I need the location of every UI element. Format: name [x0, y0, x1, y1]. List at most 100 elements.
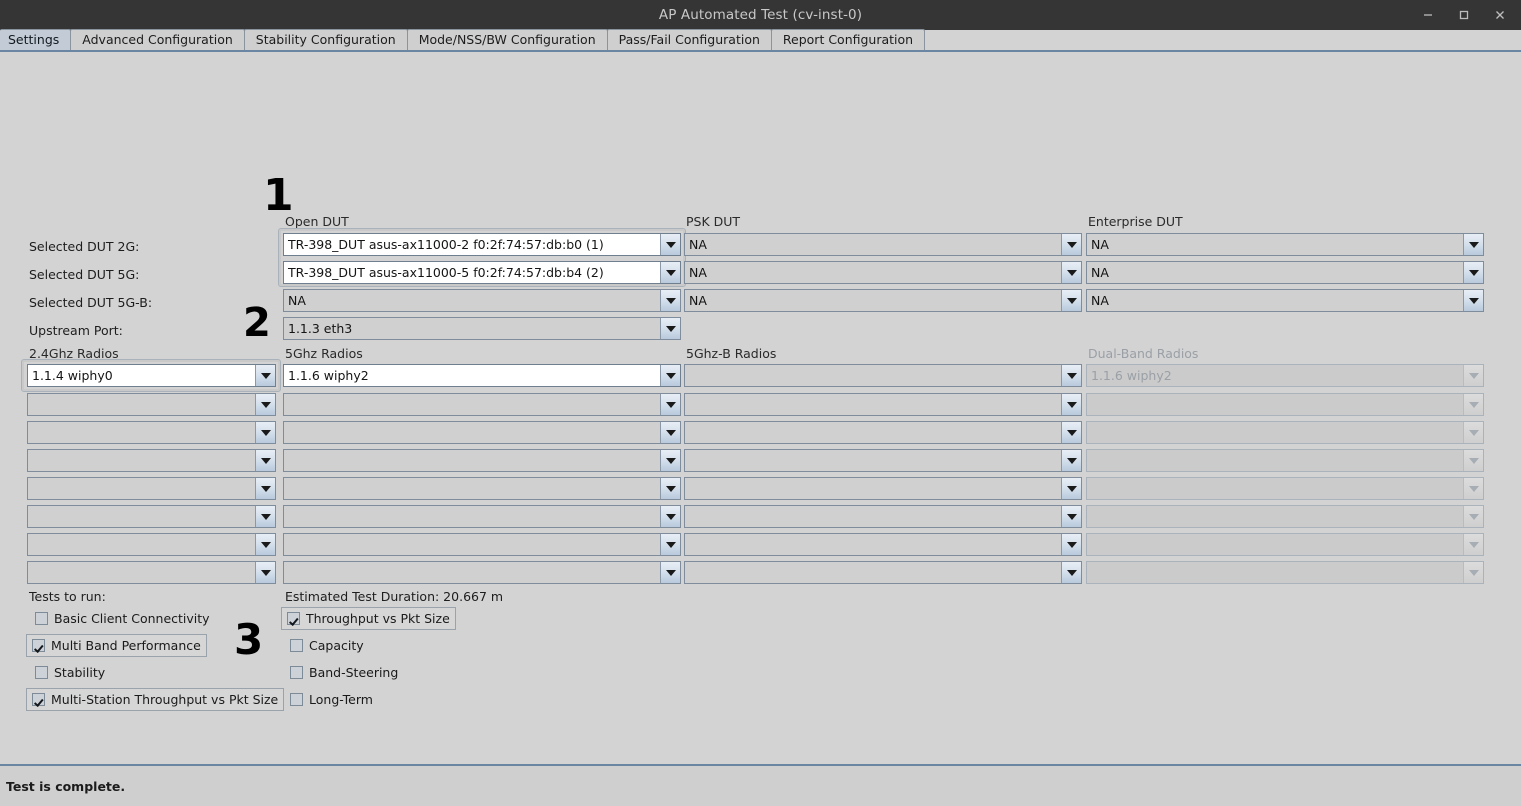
chevron-down-icon[interactable] [1061, 262, 1081, 283]
radio-2g-row-2[interactable] [27, 421, 276, 444]
chevron-down-icon[interactable] [660, 234, 680, 255]
checkbox-icon[interactable] [32, 639, 45, 652]
radio-2g-row-0[interactable]: 1.1.4 wiphy0 [27, 364, 276, 387]
radio-5g-row-3[interactable] [283, 449, 681, 472]
checkbox-band-steering[interactable]: Band-Steering [285, 662, 403, 683]
selected-dut-5gb-psk-combo[interactable]: NA [684, 289, 1082, 312]
combo-value: NA [1091, 265, 1109, 280]
checkbox-icon[interactable] [290, 666, 303, 679]
radio-dualband-row-2 [1086, 421, 1484, 444]
selected-dut-5gb-open-combo[interactable]: NA [283, 289, 681, 312]
chevron-down-icon[interactable] [255, 534, 275, 555]
chevron-down-icon[interactable] [660, 506, 680, 527]
combo-value [1087, 478, 1463, 499]
chevron-down-icon[interactable] [660, 450, 680, 471]
checkbox-multi-station-throughput-vs-pkt-size[interactable]: Multi-Station Throughput vs Pkt Size [26, 688, 285, 711]
chevron-down-icon[interactable] [1061, 478, 1081, 499]
radio-5gb-row-2[interactable] [684, 421, 1082, 444]
checkbox-capacity[interactable]: Capacity [285, 635, 369, 656]
radio-5g-row-1[interactable] [283, 393, 681, 416]
chevron-down-icon[interactable] [255, 394, 275, 415]
tab-settings[interactable]: Settings [0, 29, 72, 50]
tab-stability-configuration[interactable]: Stability Configuration [243, 29, 408, 50]
chevron-down-icon[interactable] [660, 562, 680, 583]
checkbox-long-term[interactable]: Long-Term [285, 689, 378, 710]
radio-5g-row-6[interactable] [283, 533, 681, 556]
radio-5g-row-0[interactable]: 1.1.6 wiphy2 [283, 364, 681, 387]
chevron-down-icon[interactable] [1463, 290, 1483, 311]
selected-dut-2g-enterprise-combo[interactable]: NA [1086, 233, 1484, 256]
chevron-down-icon[interactable] [255, 562, 275, 583]
radio-2g-row-1[interactable] [27, 393, 276, 416]
chevron-down-icon[interactable] [255, 422, 275, 443]
checkbox-throughput-vs-pkt-size[interactable]: Throughput vs Pkt Size [281, 607, 456, 630]
checkbox-stability[interactable]: Stability [30, 662, 110, 683]
radio-2g-row-4[interactable] [27, 477, 276, 500]
chevron-down-icon[interactable] [660, 318, 680, 339]
chevron-down-icon[interactable] [660, 290, 680, 311]
radios-2g-header: 2.4Ghz Radios [29, 346, 119, 361]
chevron-down-icon[interactable] [1061, 506, 1081, 527]
chevron-down-icon[interactable] [1463, 262, 1483, 283]
selected-dut-5gb-enterprise-combo[interactable]: NA [1086, 289, 1484, 312]
chevron-down-icon[interactable] [1061, 290, 1081, 311]
chevron-down-icon [1463, 478, 1483, 499]
chevron-down-icon[interactable] [255, 450, 275, 471]
radio-5gb-row-7[interactable] [684, 561, 1082, 584]
chevron-down-icon[interactable] [1061, 450, 1081, 471]
chevron-down-icon[interactable] [1061, 534, 1081, 555]
chevron-down-icon[interactable] [660, 394, 680, 415]
chevron-down-icon[interactable] [660, 365, 680, 386]
selected-dut-2g-open-combo[interactable]: TR-398_DUT asus-ax11000-2 f0:2f:74:57:db… [283, 233, 681, 256]
checkbox-basic-client-connectivity[interactable]: Basic Client Connectivity [30, 608, 215, 629]
checkbox-multi-band-performance[interactable]: Multi Band Performance [26, 634, 207, 657]
radio-2g-row-6[interactable] [27, 533, 276, 556]
chevron-down-icon[interactable] [1061, 562, 1081, 583]
checkbox-icon[interactable] [32, 693, 45, 706]
chevron-down-icon[interactable] [660, 534, 680, 555]
checkbox-icon[interactable] [290, 693, 303, 706]
enterprise-dut-header: Enterprise DUT [1088, 214, 1183, 229]
checkbox-icon[interactable] [35, 666, 48, 679]
tab-mode-nss-bw-configuration[interactable]: Mode/NSS/BW Configuration [406, 29, 608, 50]
tab-report-configuration[interactable]: Report Configuration [770, 29, 926, 50]
chevron-down-icon[interactable] [660, 422, 680, 443]
checkbox-icon[interactable] [287, 612, 300, 625]
tab-advanced-configuration[interactable]: Advanced Configuration [70, 29, 245, 50]
checkbox-icon[interactable] [290, 639, 303, 652]
radio-5gb-row-6[interactable] [684, 533, 1082, 556]
radio-5gb-row-3[interactable] [684, 449, 1082, 472]
radio-2g-row-3[interactable] [27, 449, 276, 472]
selected-dut-5g-open-combo[interactable]: TR-398_DUT asus-ax11000-5 f0:2f:74:57:db… [283, 261, 681, 284]
selected-dut-2g-psk-combo[interactable]: NA [684, 233, 1082, 256]
chevron-down-icon[interactable] [255, 506, 275, 527]
tab-label: Mode/NSS/BW Configuration [418, 32, 596, 47]
chevron-down-icon[interactable] [1061, 365, 1081, 386]
radio-5gb-row-4[interactable] [684, 477, 1082, 500]
radio-5g-row-7[interactable] [283, 561, 681, 584]
chevron-down-icon[interactable] [1061, 422, 1081, 443]
close-icon[interactable] [1485, 4, 1515, 26]
selected-dut-5g-psk-combo[interactable]: NA [684, 261, 1082, 284]
chevron-down-icon[interactable] [660, 478, 680, 499]
tab-pass-fail-configuration[interactable]: Pass/Fail Configuration [606, 29, 772, 50]
radio-5gb-row-5[interactable] [684, 505, 1082, 528]
maximize-icon[interactable] [1449, 4, 1479, 26]
selected-dut-5g-enterprise-combo[interactable]: NA [1086, 261, 1484, 284]
chevron-down-icon[interactable] [255, 365, 275, 386]
radio-2g-row-5[interactable] [27, 505, 276, 528]
radio-5g-row-5[interactable] [283, 505, 681, 528]
radio-5g-row-4[interactable] [283, 477, 681, 500]
chevron-down-icon[interactable] [1061, 234, 1081, 255]
minimize-icon[interactable] [1413, 4, 1443, 26]
upstream-port-combo[interactable]: 1.1.3 eth3 [283, 317, 681, 340]
chevron-down-icon[interactable] [1061, 394, 1081, 415]
checkbox-icon[interactable] [35, 612, 48, 625]
chevron-down-icon[interactable] [660, 262, 680, 283]
radio-5gb-row-0[interactable] [684, 364, 1082, 387]
radio-5gb-row-1[interactable] [684, 393, 1082, 416]
radio-2g-row-7[interactable] [27, 561, 276, 584]
chevron-down-icon[interactable] [1463, 234, 1483, 255]
chevron-down-icon[interactable] [255, 478, 275, 499]
radio-5g-row-2[interactable] [283, 421, 681, 444]
